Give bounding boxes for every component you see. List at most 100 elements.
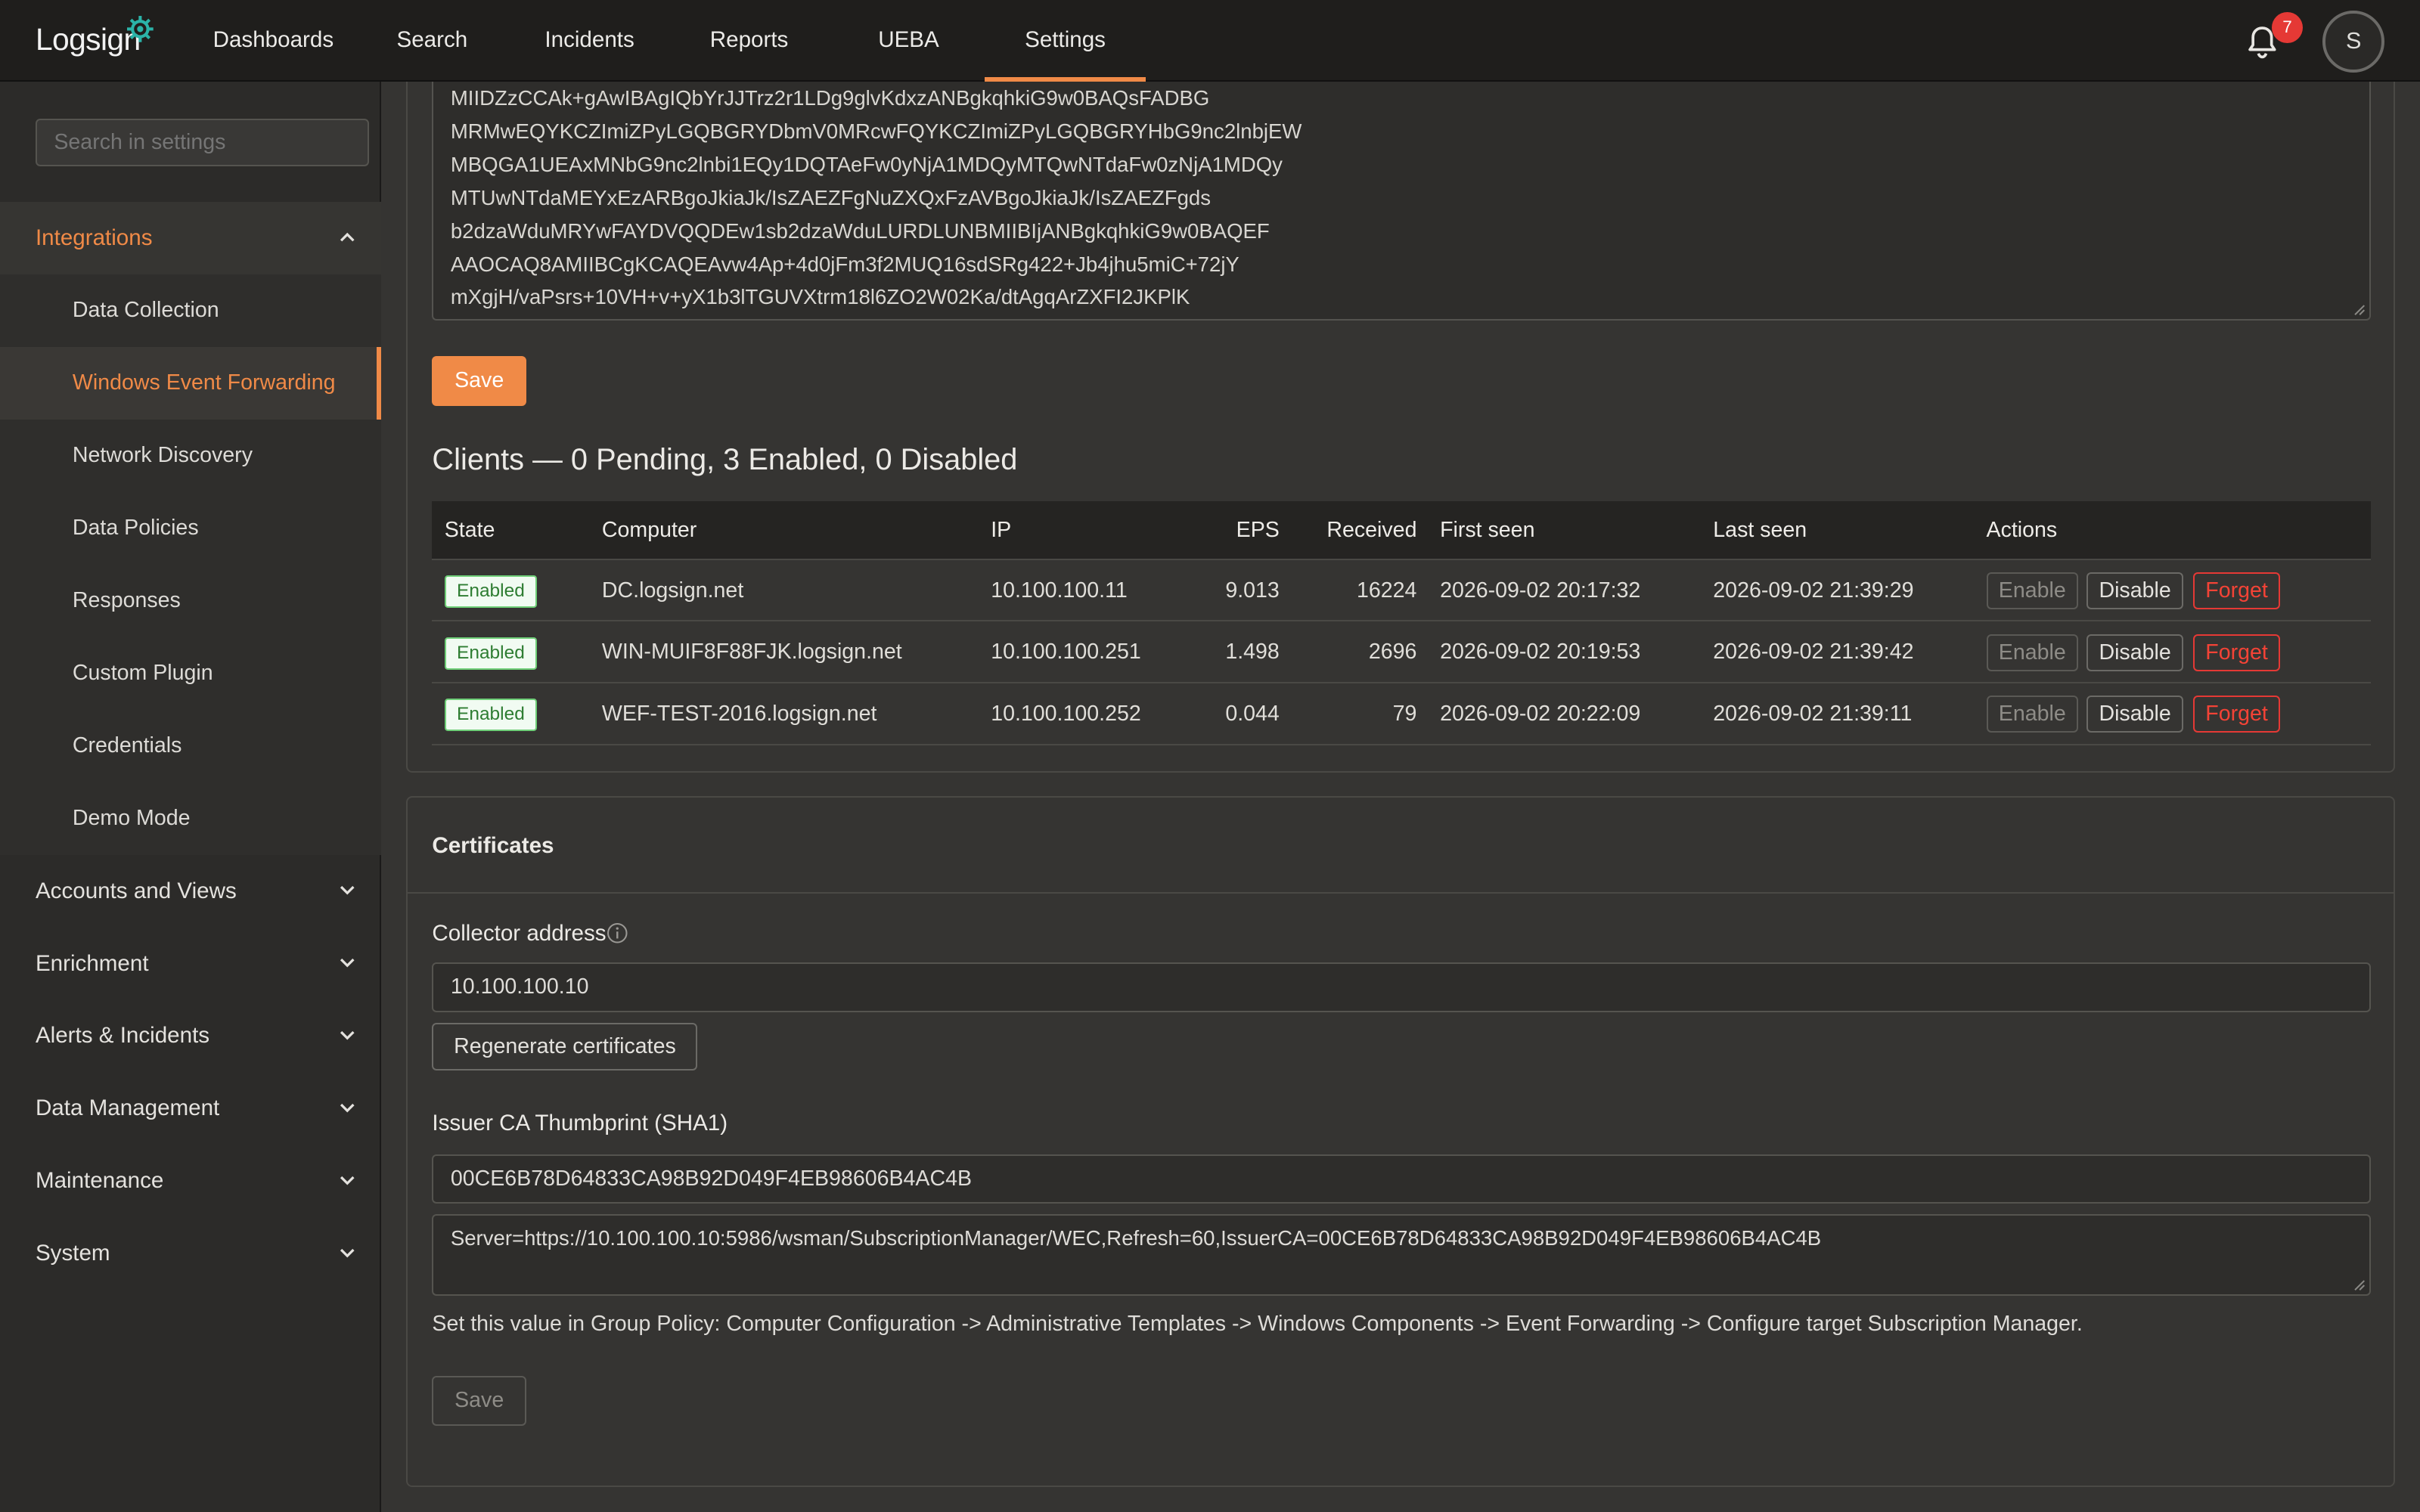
nav-incidents[interactable]: Incidents bbox=[544, 0, 634, 82]
column-header-last-seen[interactable]: Last seen bbox=[1713, 501, 1807, 560]
column-header-eps[interactable]: EPS bbox=[1236, 501, 1280, 560]
nav-search[interactable]: Search bbox=[396, 0, 467, 82]
chevron-down-icon bbox=[340, 959, 355, 968]
received-cell: 79 bbox=[1392, 702, 1417, 727]
chevron-down-icon bbox=[340, 1031, 355, 1040]
last-seen-cell: 2026-09-02 21:39:11 bbox=[1713, 702, 1913, 727]
certificate-line: MRMwEQYKCZImiZPyLGQBGRYDbmV0MRcwFQYKCZIm… bbox=[450, 119, 1302, 144]
certificate-line: MTUwNTdaMEYxEzARBgoJkiaJk/IsZAEZFgNuZXQx… bbox=[450, 185, 1212, 209]
sidebar-item-custom-plugin[interactable]: Custom Plugin bbox=[0, 637, 382, 710]
sidebar-section-label: Accounts and Views bbox=[35, 878, 237, 903]
disable-button[interactable]: Disable bbox=[2086, 634, 2183, 671]
sidebar-section-accounts-and-views[interactable]: Accounts and Views bbox=[0, 855, 381, 928]
settings-search-input[interactable] bbox=[35, 119, 369, 167]
first-seen-cell: 2026-09-02 20:17:32 bbox=[1440, 578, 1641, 603]
thumbprint-input[interactable]: 00CE6B78D64833CA98B92D049F4EB98606B4AC4B bbox=[432, 1154, 2371, 1204]
last-seen-cell: 2026-09-02 21:39:42 bbox=[1713, 640, 1914, 665]
eps-cell: 0.044 bbox=[1225, 702, 1280, 727]
certificate-line: mXgjH/vaPsrs+10VH+v+yX1b3lTGUVXtrm18l6ZO… bbox=[450, 285, 1190, 309]
sidebar-item-responses[interactable]: Responses bbox=[0, 564, 382, 637]
sidebar-section-integrations[interactable]: Integrations bbox=[0, 202, 382, 275]
certificates-title: Certificates bbox=[432, 832, 554, 858]
forget-button[interactable]: Forget bbox=[2192, 572, 2281, 610]
disable-button[interactable]: Disable bbox=[2086, 696, 2183, 733]
sidebar-item-data-collection[interactable]: Data Collection bbox=[0, 274, 382, 348]
avatar[interactable]: S bbox=[2322, 11, 2385, 73]
sidebar-section-label: Integrations bbox=[35, 225, 153, 251]
sidebar-section-label: System bbox=[35, 1241, 110, 1266]
first-seen-cell: 2026-09-02 20:22:09 bbox=[1440, 702, 1641, 727]
column-header-received[interactable]: Received bbox=[1326, 501, 1416, 560]
subscription-manager-value: Server=https://10.100.100.10:5986/wsman/… bbox=[450, 1226, 1822, 1250]
eps-cell: 9.013 bbox=[1225, 578, 1280, 603]
table-header: State Computer IP EPS Received First see… bbox=[432, 501, 2371, 560]
info-icon[interactable] bbox=[607, 922, 628, 944]
sidebar-item-windows-event-forwarding[interactable]: Windows Event Forwarding bbox=[0, 347, 382, 420]
settings-sidebar: Integrations Data Collection Windows Eve… bbox=[0, 82, 382, 1512]
sidebar-item-data-policies[interactable]: Data Policies bbox=[0, 492, 382, 565]
last-seen-cell: 2026-09-02 21:39:29 bbox=[1713, 578, 1914, 603]
ip-cell: 10.100.100.252 bbox=[991, 702, 1141, 727]
sidebar-section-system[interactable]: System bbox=[0, 1217, 381, 1290]
enable-button[interactable]: Enable bbox=[1986, 634, 2079, 671]
chevron-down-icon bbox=[340, 1104, 355, 1113]
enable-button[interactable]: Enable bbox=[1986, 696, 2079, 733]
column-header-actions: Actions bbox=[1986, 518, 2058, 543]
certificate-textarea[interactable]: MIIDZzCCAk+gAwIBAgIQbYrJJTrz2r1LDg9glvKd… bbox=[432, 82, 2371, 321]
resize-handle-icon[interactable] bbox=[2353, 1279, 2366, 1291]
forget-button[interactable]: Forget bbox=[2192, 634, 2281, 671]
logo[interactable]: Logsign bbox=[36, 22, 141, 57]
table-row: Enabled DC.logsign.net 10.100.100.11 9.0… bbox=[432, 560, 2371, 622]
certificate-line: b2dzaWduMRYwFAYDVQQDEw1sb2dzaWduLURDLUNB… bbox=[450, 218, 1270, 243]
save-certificate-button[interactable]: Save bbox=[432, 356, 526, 406]
clients-title: Clients — 0 Pending, 3 Enabled, 0 Disabl… bbox=[432, 442, 1018, 476]
sidebar-section-label: Maintenance bbox=[35, 1168, 164, 1194]
ip-cell: 10.100.100.11 bbox=[991, 578, 1128, 603]
first-seen-cell: 2026-09-02 20:19:53 bbox=[1440, 640, 1641, 665]
sidebar-section-label: Data Management bbox=[35, 1095, 220, 1121]
sidebar-section-label: Enrichment bbox=[35, 950, 149, 976]
certificates-header: Certificates bbox=[407, 798, 2394, 894]
nav-reports[interactable]: Reports bbox=[710, 0, 789, 82]
top-navigation-bar: Logsign Dashboards Search Incidents Repo… bbox=[0, 0, 2420, 82]
certificate-line: AAOCAQ8AMIIBCgKCAQEAvw4Ap+4d0jFm3f2MUQ16… bbox=[450, 252, 1239, 276]
computer-cell: WEF-TEST-2016.logsign.net bbox=[601, 702, 877, 727]
sidebar-section-alerts-incidents[interactable]: Alerts & Incidents bbox=[0, 999, 381, 1072]
regenerate-certificates-button[interactable]: Regenerate certificates bbox=[432, 1023, 698, 1071]
group-policy-hint: Set this value in Group Policy: Computer… bbox=[432, 1311, 2083, 1336]
sidebar-section-maintenance[interactable]: Maintenance bbox=[0, 1145, 381, 1217]
disable-button[interactable]: Disable bbox=[2086, 572, 2183, 610]
nav-ueba[interactable]: UEBA bbox=[878, 0, 939, 82]
subscription-manager-textarea[interactable]: Server=https://10.100.100.10:5986/wsman/… bbox=[432, 1214, 2371, 1297]
column-header-first-seen[interactable]: First seen bbox=[1440, 501, 1534, 560]
notification-count-badge: 7 bbox=[2272, 12, 2303, 44]
column-header-state[interactable]: State bbox=[445, 501, 495, 560]
resize-handle-icon[interactable] bbox=[2353, 304, 2366, 316]
sidebar-item-credentials[interactable]: Credentials bbox=[0, 709, 382, 782]
status-badge: Enabled bbox=[444, 575, 538, 609]
sidebar-section-data-management[interactable]: Data Management bbox=[0, 1072, 381, 1145]
clients-table: State Computer IP EPS Received First see… bbox=[432, 501, 2371, 745]
forget-button[interactable]: Forget bbox=[2192, 696, 2281, 733]
sidebar-item-demo-mode[interactable]: Demo Mode bbox=[0, 782, 382, 855]
enable-button[interactable]: Enable bbox=[1986, 572, 2079, 610]
logo-gear-icon bbox=[127, 16, 154, 43]
chevron-down-icon bbox=[340, 1176, 355, 1185]
table-row: Enabled WIN-MUIF8F88FJK.logsign.net 10.1… bbox=[432, 621, 2371, 684]
sidebar-section-label: Alerts & Incidents bbox=[35, 1023, 210, 1049]
column-header-computer[interactable]: Computer bbox=[602, 501, 697, 560]
save-certificates-button[interactable]: Save bbox=[432, 1376, 526, 1426]
status-badge: Enabled bbox=[444, 637, 538, 670]
nav-dashboards[interactable]: Dashboards bbox=[213, 0, 334, 82]
collector-address-input[interactable]: 10.100.100.10 bbox=[432, 962, 2371, 1012]
status-badge: Enabled bbox=[444, 699, 538, 732]
sidebar-section-enrichment[interactable]: Enrichment bbox=[0, 928, 381, 1000]
nav-settings[interactable]: Settings bbox=[984, 0, 1147, 82]
eps-cell: 1.498 bbox=[1225, 640, 1280, 665]
chevron-down-icon bbox=[340, 886, 355, 895]
collector-address-label: Collector address bbox=[432, 921, 607, 947]
received-cell: 2696 bbox=[1368, 640, 1417, 665]
sidebar-item-network-discovery[interactable]: Network Discovery bbox=[0, 420, 382, 492]
column-header-ip[interactable]: IP bbox=[991, 501, 1011, 560]
certificate-line: MIIDZzCCAk+gAwIBAgIQbYrJJTrz2r1LDg9glvKd… bbox=[450, 86, 1210, 110]
